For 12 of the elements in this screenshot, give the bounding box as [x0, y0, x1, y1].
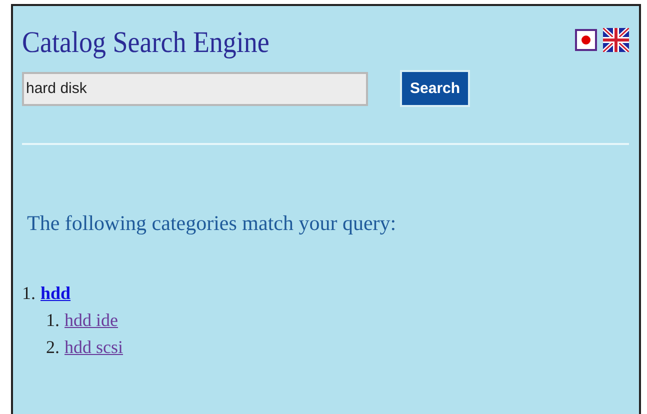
list-number: 1.	[22, 282, 36, 305]
category-link[interactable]: hdd	[40, 280, 71, 307]
list-number: 2.	[46, 336, 60, 359]
japan-flag-icon[interactable]	[575, 29, 597, 51]
page-title: Catalog Search Engine	[22, 26, 270, 60]
search-button[interactable]: Search	[400, 70, 470, 107]
subcategory-link[interactable]: hdd ide	[64, 307, 118, 334]
list-number: 1.	[46, 309, 60, 332]
subcategory-link[interactable]: hdd scsi	[64, 334, 123, 361]
uk-flag-icon[interactable]	[603, 28, 629, 52]
search-field[interactable]: hard disk	[22, 72, 368, 106]
results-heading: The following categories match your query:	[27, 211, 398, 236]
